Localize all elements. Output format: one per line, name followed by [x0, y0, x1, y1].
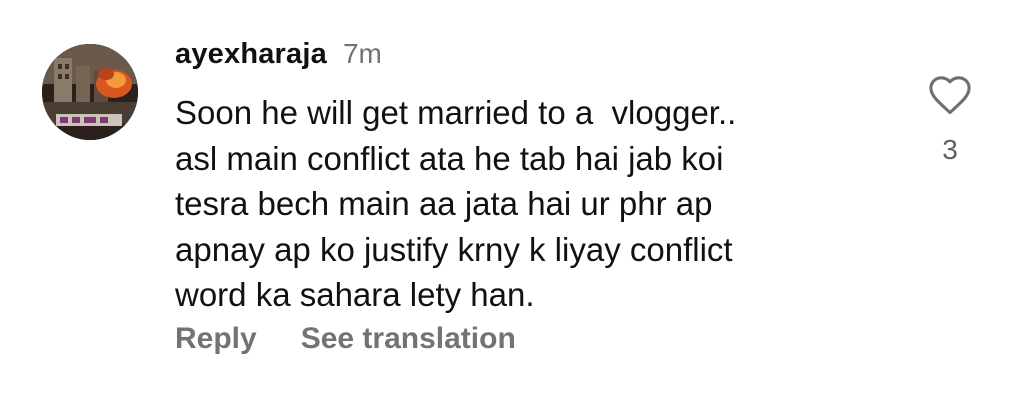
- avatar-image: [42, 44, 138, 140]
- avatar[interactable]: [42, 44, 138, 140]
- comment-text: Soon he will get married to a vlogger.. …: [175, 94, 737, 313]
- comment-timestamp: 7m: [342, 38, 382, 69]
- comment-actions: Reply See translation: [175, 322, 516, 356]
- comment-item: ayexharaja 7m Soon he will get married t…: [0, 0, 1024, 395]
- comment-header: ayexharaja 7m: [175, 38, 382, 78]
- username-link[interactable]: ayexharaja: [175, 38, 327, 71]
- reply-button[interactable]: Reply: [175, 322, 257, 356]
- heart-outline-icon[interactable]: [927, 74, 973, 116]
- like-count: 3: [942, 134, 958, 165]
- like-section: 3: [922, 74, 978, 166]
- see-translation-button[interactable]: See translation: [301, 322, 516, 356]
